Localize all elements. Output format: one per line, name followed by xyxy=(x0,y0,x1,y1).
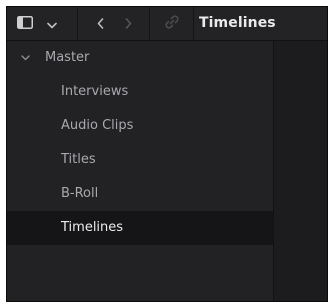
tree-item-label: B-Roll xyxy=(61,186,99,201)
sidebar-toggle-button[interactable] xyxy=(11,7,39,40)
chevron-right-icon xyxy=(125,14,132,33)
chevron-left-icon xyxy=(97,14,104,33)
tree-item-master[interactable]: Master xyxy=(7,41,273,75)
tree-item-label: Interviews xyxy=(61,84,129,99)
toolbar-separator xyxy=(149,7,150,40)
sidebar-options-button[interactable] xyxy=(41,7,63,40)
toolbar-separator xyxy=(193,7,194,40)
tree-item-timelines[interactable]: Timelines xyxy=(7,211,273,245)
tree-item-interviews[interactable]: Interviews xyxy=(7,75,273,109)
tree-item-label: Timelines xyxy=(61,220,124,235)
chevron-down-icon xyxy=(47,14,57,33)
tree-item-label: Master xyxy=(45,50,90,65)
link-button[interactable] xyxy=(155,7,189,40)
forward-button[interactable] xyxy=(117,7,139,40)
tree-item-titles[interactable]: Titles xyxy=(7,143,273,177)
tree-item-label: Titles xyxy=(61,152,96,167)
current-bin-title: Timelines xyxy=(199,15,276,31)
tree-item-audio-clips[interactable]: Audio Clips xyxy=(7,109,273,143)
tree-item-label: Audio Clips xyxy=(61,118,134,133)
sidebar-toggle-icon xyxy=(17,14,33,33)
media-pool-toolbar: Timelines xyxy=(7,7,327,41)
bin-content-area[interactable] xyxy=(274,41,327,301)
tree-item-b-roll[interactable]: B-Roll xyxy=(7,177,273,211)
chevron-down-icon[interactable] xyxy=(19,41,31,75)
back-button[interactable] xyxy=(89,7,111,40)
bin-sidebar: Master Interviews Audio Clips Titles B-R… xyxy=(7,41,274,301)
toolbar-separator xyxy=(77,7,78,40)
media-pool-panel: Timelines Master Interviews Audio Clips … xyxy=(6,6,328,302)
link-icon xyxy=(163,13,181,35)
